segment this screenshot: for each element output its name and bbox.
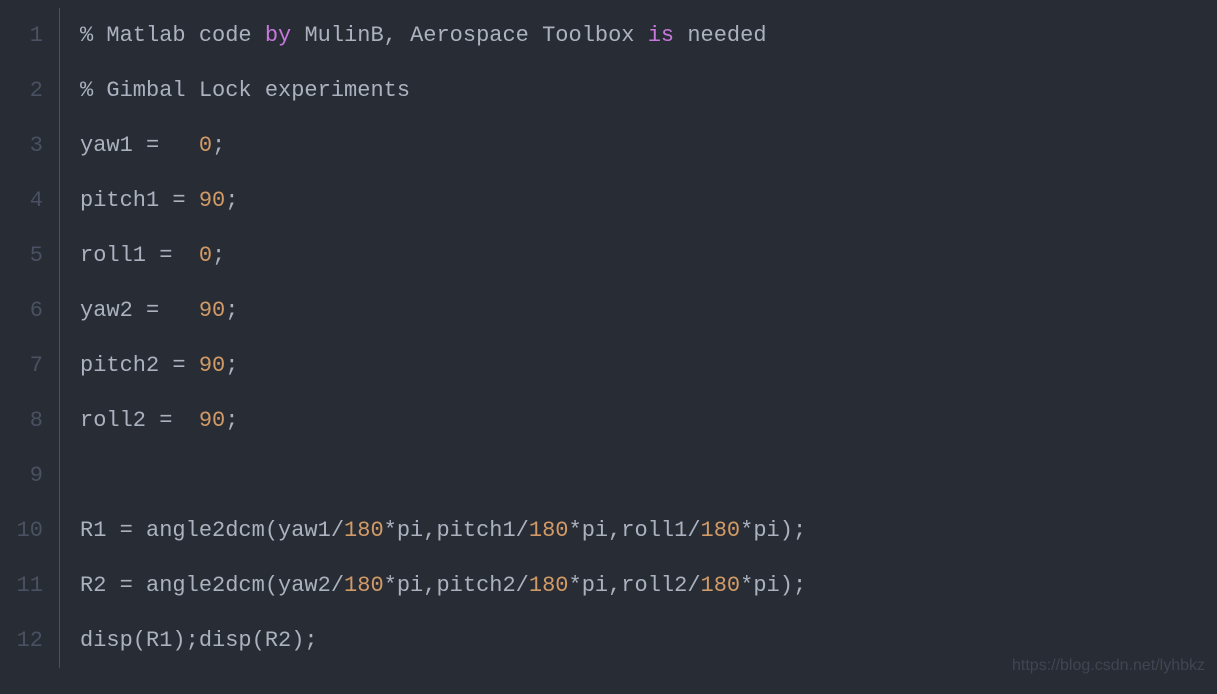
code-content: % Matlab code by MulinB, Aerospace Toolb… xyxy=(60,8,1217,668)
number-literal: 180 xyxy=(529,573,569,598)
variable-name: roll2 = xyxy=(80,408,199,433)
variable-name: pitch1 = xyxy=(80,188,199,213)
watermark-text: https://blog.csdn.net/lyhbkz xyxy=(1012,646,1205,686)
code-line-9 xyxy=(80,448,1217,503)
semicolon: ; xyxy=(225,188,238,213)
variable-name: yaw2 = xyxy=(80,298,199,323)
line-number: 12 xyxy=(0,613,43,668)
line-number: 7 xyxy=(0,338,43,393)
line-number: 8 xyxy=(0,393,43,448)
code-text: *pi,pitch1/ xyxy=(384,518,529,543)
semicolon: ; xyxy=(225,353,238,378)
code-text: disp(R1);disp(R2); xyxy=(80,628,318,653)
number-literal: 180 xyxy=(344,573,384,598)
comment-text: MulinB, Aerospace Toolbox xyxy=(291,23,647,48)
number-literal: 90 xyxy=(199,353,225,378)
line-number: 5 xyxy=(0,228,43,283)
keyword-is: is xyxy=(648,23,674,48)
variable-name: pitch2 = xyxy=(80,353,199,378)
variable-name: yaw1 = xyxy=(80,133,199,158)
line-number: 4 xyxy=(0,173,43,228)
comment-text: % Gimbal Lock experiments xyxy=(80,78,410,103)
code-line-5: roll1 = 0; xyxy=(80,228,1217,283)
line-number: 3 xyxy=(0,118,43,173)
number-literal: 180 xyxy=(701,573,741,598)
line-number: 2 xyxy=(0,63,43,118)
number-literal: 180 xyxy=(529,518,569,543)
line-number: 1 xyxy=(0,8,43,63)
code-text: *pi); xyxy=(740,518,806,543)
code-line-4: pitch1 = 90; xyxy=(80,173,1217,228)
code-text: *pi,roll2/ xyxy=(569,573,701,598)
semicolon: ; xyxy=(212,133,225,158)
number-literal: 90 xyxy=(199,408,225,433)
code-block: 1 2 3 4 5 6 7 8 9 10 11 12 % Matlab code… xyxy=(0,0,1217,668)
code-line-1: % Matlab code by MulinB, Aerospace Toolb… xyxy=(80,8,1217,63)
code-text: *pi,pitch2/ xyxy=(384,573,529,598)
code-line-8: roll2 = 90; xyxy=(80,393,1217,448)
number-literal: 0 xyxy=(199,243,212,268)
code-text: R2 = angle2dcm(yaw2/ xyxy=(80,573,344,598)
comment-text: % Matlab code xyxy=(80,23,265,48)
code-text: R1 = angle2dcm(yaw1/ xyxy=(80,518,344,543)
line-number: 9 xyxy=(0,448,43,503)
line-number: 6 xyxy=(0,283,43,338)
code-line-7: pitch2 = 90; xyxy=(80,338,1217,393)
code-line-3: yaw1 = 0; xyxy=(80,118,1217,173)
line-number: 10 xyxy=(0,503,43,558)
number-literal: 0 xyxy=(199,133,212,158)
code-text: *pi,roll1/ xyxy=(569,518,701,543)
variable-name: roll1 = xyxy=(80,243,199,268)
semicolon: ; xyxy=(212,243,225,268)
number-literal: 90 xyxy=(199,188,225,213)
semicolon: ; xyxy=(225,298,238,323)
number-literal: 180 xyxy=(701,518,741,543)
code-line-11: R2 = angle2dcm(yaw2/180*pi,pitch2/180*pi… xyxy=(80,558,1217,613)
code-line-2: % Gimbal Lock experiments xyxy=(80,63,1217,118)
code-line-6: yaw2 = 90; xyxy=(80,283,1217,338)
line-number: 11 xyxy=(0,558,43,613)
number-literal: 180 xyxy=(344,518,384,543)
comment-text: needed xyxy=(674,23,766,48)
keyword-by: by xyxy=(265,23,291,48)
line-numbers-gutter: 1 2 3 4 5 6 7 8 9 10 11 12 xyxy=(0,8,60,668)
code-line-10: R1 = angle2dcm(yaw1/180*pi,pitch1/180*pi… xyxy=(80,503,1217,558)
code-text: *pi); xyxy=(740,573,806,598)
semicolon: ; xyxy=(225,408,238,433)
number-literal: 90 xyxy=(199,298,225,323)
